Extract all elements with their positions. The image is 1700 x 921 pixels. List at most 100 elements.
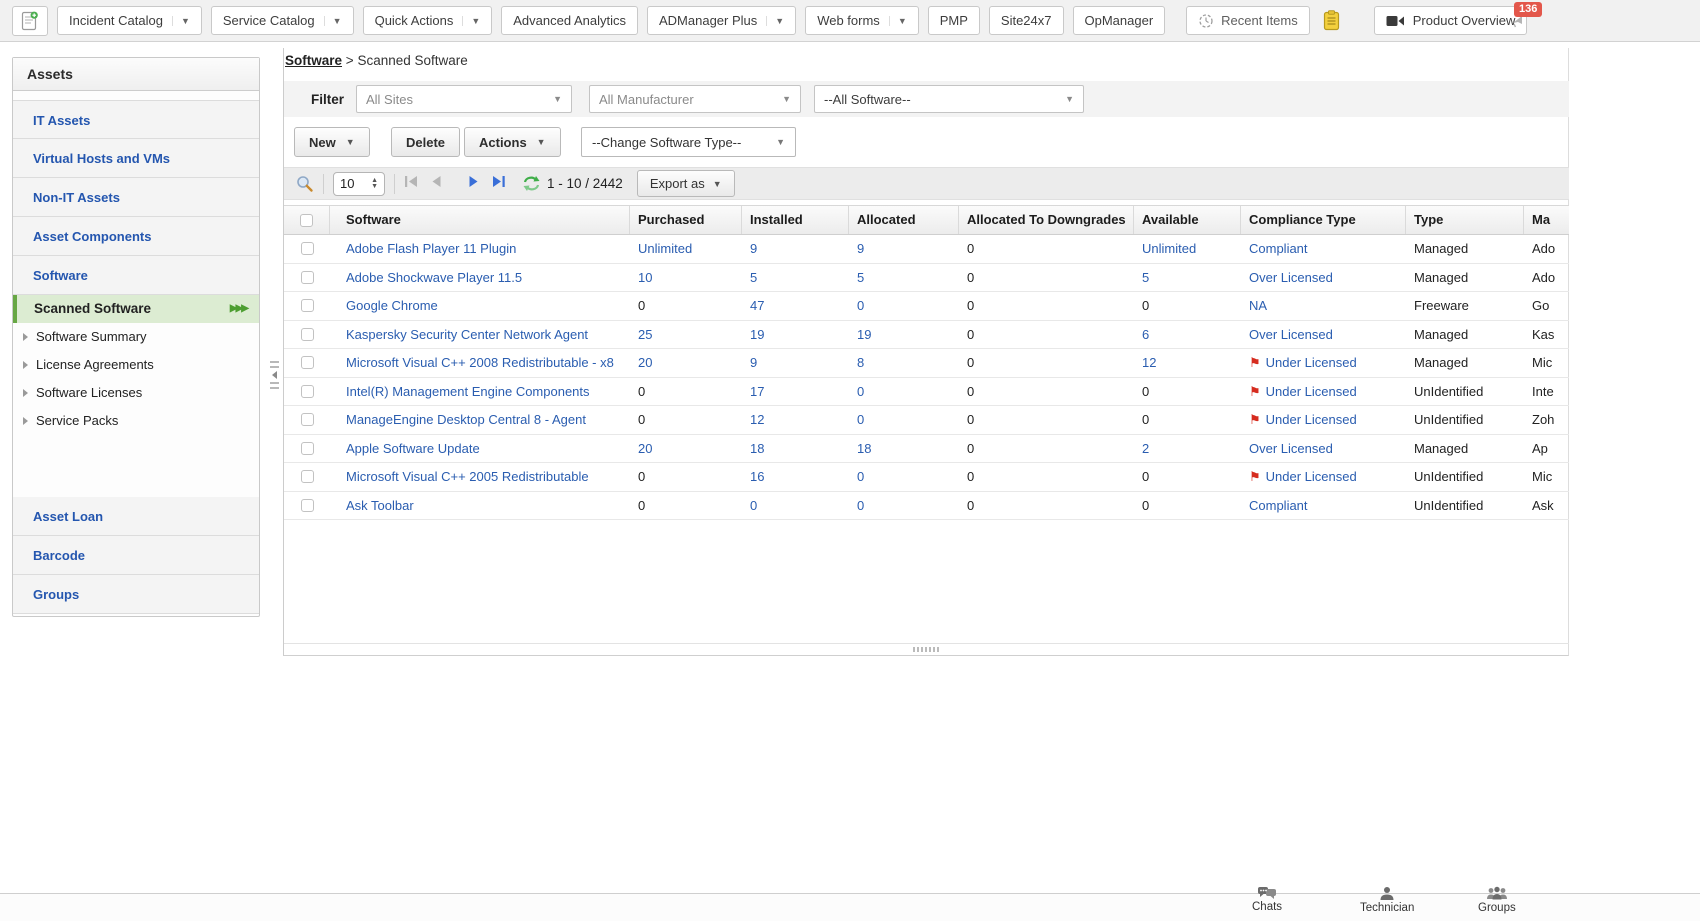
allocated-value[interactable]: 19	[857, 327, 871, 342]
last-page-button[interactable]	[491, 175, 506, 193]
expand-triangle-icon[interactable]	[23, 389, 28, 397]
menu-advanced-analytics[interactable]: Advanced Analytics	[501, 6, 638, 35]
sidebar-item-groups[interactable]: Groups	[13, 575, 259, 614]
row-checkbox[interactable]	[301, 470, 314, 483]
compliance-value[interactable]: Under Licensed	[1266, 384, 1357, 399]
sidebar-item-it-assets[interactable]: IT Assets	[13, 100, 259, 139]
available-value[interactable]: 12	[1142, 355, 1156, 370]
row-checkbox[interactable]	[301, 356, 314, 369]
purchased-value[interactable]: 10	[638, 270, 652, 285]
installed-value[interactable]: 16	[750, 469, 764, 484]
menu-service-catalog[interactable]: Service Catalog▼	[211, 6, 354, 35]
sidebar-item-software[interactable]: Software	[13, 256, 259, 295]
installed-value[interactable]: 5	[750, 270, 757, 285]
compliance-value[interactable]: Compliant	[1249, 241, 1308, 256]
software-value[interactable]: Microsoft Visual C++ 2005 Redistributabl…	[346, 469, 589, 484]
row-checkbox[interactable]	[301, 499, 314, 512]
menu-pmp[interactable]: PMP	[928, 6, 980, 35]
sidebar-item-barcode[interactable]: Barcode	[13, 536, 259, 575]
row-checkbox[interactable]	[301, 271, 314, 284]
column-header-manufacturer[interactable]: Ma	[1524, 206, 1569, 234]
installed-value[interactable]: 19	[750, 327, 764, 342]
expand-triangle-icon[interactable]	[23, 417, 28, 425]
footer-groups[interactable]: Groups	[1478, 886, 1516, 914]
recent-items-button[interactable]: Recent Items	[1186, 6, 1310, 35]
purchased-value[interactable]: 20	[638, 441, 652, 456]
expand-triangle-icon[interactable]	[23, 333, 28, 341]
allocated-value[interactable]: 8	[857, 355, 864, 370]
menu-admanager-plus[interactable]: ADManager Plus▼	[647, 6, 796, 35]
compliance-value[interactable]: Over Licensed	[1249, 270, 1333, 285]
column-header-available[interactable]: Available	[1134, 206, 1241, 234]
row-checkbox[interactable]	[301, 413, 314, 426]
notification-badge[interactable]: 136	[1514, 2, 1542, 17]
sidebar-item-virtual-hosts-and-vms[interactable]: Virtual Hosts and VMs	[13, 139, 259, 178]
software-value[interactable]: Microsoft Visual C++ 2008 Redistributabl…	[346, 355, 614, 370]
software-value[interactable]: Adobe Shockwave Player 11.5	[346, 270, 522, 285]
purchased-value[interactable]: 20	[638, 355, 652, 370]
export-as-button[interactable]: Export as ▼	[637, 170, 735, 197]
page-size-stepper[interactable]: 10 ▲▼	[333, 172, 385, 196]
allocated-value[interactable]: 18	[857, 441, 871, 456]
scrollbar-grip[interactable]	[913, 647, 941, 652]
sidebar-item-asset-loan[interactable]: Asset Loan	[13, 497, 259, 536]
software-filter-dropdown[interactable]: --All Software-- ▼	[814, 85, 1084, 113]
allocated-value[interactable]: 0	[857, 298, 864, 313]
installed-value[interactable]: 17	[750, 384, 764, 399]
row-checkbox[interactable]	[301, 328, 314, 341]
column-header-purchased[interactable]: Purchased	[630, 206, 742, 234]
available-value[interactable]: 5	[1142, 270, 1149, 285]
installed-value[interactable]: 9	[750, 355, 757, 370]
actions-button[interactable]: Actions ▼	[464, 127, 561, 157]
previous-page-button[interactable]	[431, 175, 442, 193]
compliance-value[interactable]: Under Licensed	[1266, 469, 1357, 484]
compliance-value[interactable]: Under Licensed	[1266, 355, 1357, 370]
software-value[interactable]: Intel(R) Management Engine Components	[346, 384, 590, 399]
allocated-value[interactable]: 0	[857, 384, 864, 399]
clipboard-button[interactable]	[1319, 10, 1345, 31]
purchased-value[interactable]: 25	[638, 327, 652, 342]
horizontal-scrollbar[interactable]	[284, 643, 1569, 654]
panel-splitter[interactable]	[268, 340, 280, 410]
first-page-button[interactable]	[404, 175, 419, 193]
column-header-downgrades[interactable]: Allocated To Downgrades	[959, 206, 1134, 234]
installed-value[interactable]: 18	[750, 441, 764, 456]
change-software-type-select[interactable]: --Change Software Type-- ▼	[581, 127, 796, 157]
column-header-type[interactable]: Type	[1406, 206, 1524, 234]
row-checkbox[interactable]	[301, 442, 314, 455]
software-value[interactable]: ManageEngine Desktop Central 8 - Agent	[346, 412, 586, 427]
compliance-value[interactable]: NA	[1249, 298, 1267, 313]
new-request-button[interactable]	[12, 6, 48, 36]
installed-value[interactable]: 47	[750, 298, 764, 313]
available-value[interactable]: 2	[1142, 441, 1149, 456]
compliance-value[interactable]: Under Licensed	[1266, 412, 1357, 427]
allocated-value[interactable]: 0	[857, 469, 864, 484]
sidebar-item-asset-components[interactable]: Asset Components	[13, 217, 259, 256]
select-all-checkbox[interactable]	[300, 214, 313, 227]
compliance-value[interactable]: Over Licensed	[1249, 441, 1333, 456]
footer-chats[interactable]: Chats	[1252, 886, 1282, 913]
installed-value[interactable]: 0	[750, 498, 757, 513]
installed-value[interactable]: 12	[750, 412, 764, 427]
sidebar-item-scanned-software[interactable]: Scanned Software ▶▶▶	[13, 295, 259, 323]
column-header-compliance[interactable]: Compliance Type	[1241, 206, 1406, 234]
allocated-value[interactable]: 9	[857, 241, 864, 256]
software-value[interactable]: Apple Software Update	[346, 441, 480, 456]
product-overview-button[interactable]: Product Overview 136	[1374, 6, 1528, 35]
refresh-icon[interactable]	[522, 175, 541, 192]
allocated-value[interactable]: 5	[857, 270, 864, 285]
stepper-arrows-icon[interactable]: ▲▼	[371, 178, 378, 190]
breadcrumb-software-link[interactable]: Software	[285, 53, 342, 68]
new-button[interactable]: New ▼	[294, 127, 370, 157]
column-header-software[interactable]: Software	[330, 206, 630, 234]
column-header-installed[interactable]: Installed	[742, 206, 849, 234]
manufacturer-filter-dropdown[interactable]: All Manufacturer ▼	[589, 85, 801, 113]
compliance-value[interactable]: Compliant	[1249, 498, 1308, 513]
column-header-allocated[interactable]: Allocated	[849, 206, 959, 234]
sidebar-subitem-software-licenses[interactable]: Software Licenses	[13, 379, 259, 407]
menu-site24x7[interactable]: Site24x7	[989, 6, 1064, 35]
menu-quick-actions[interactable]: Quick Actions▼	[363, 6, 493, 35]
row-checkbox[interactable]	[301, 385, 314, 398]
available-value[interactable]: 6	[1142, 327, 1149, 342]
allocated-value[interactable]: 0	[857, 498, 864, 513]
